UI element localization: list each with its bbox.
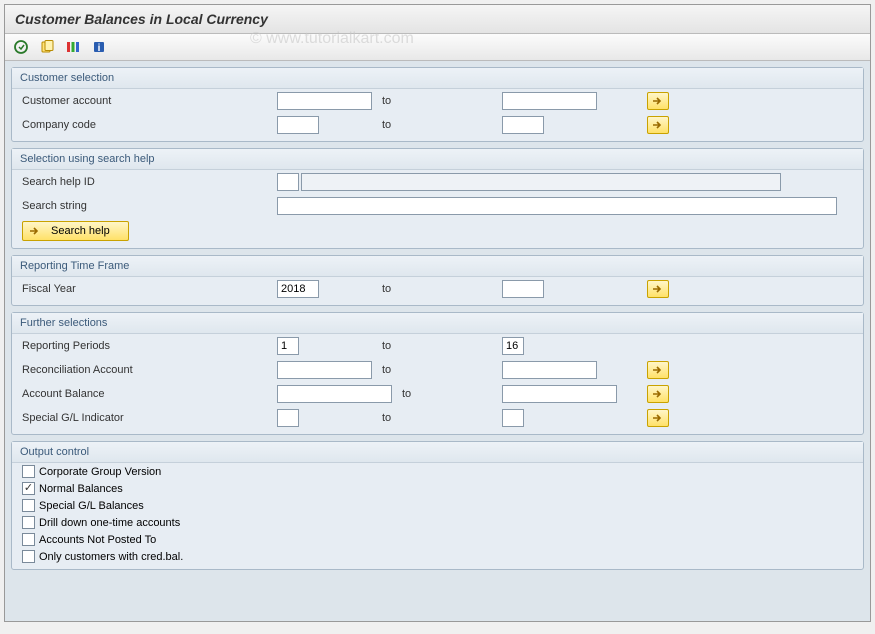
label-to: to [372, 283, 502, 295]
panel-customer-selection: Customer selection Customer account to C… [11, 67, 864, 142]
search-help-button[interactable]: Search help [22, 221, 129, 241]
panel-header: Customer selection [12, 68, 863, 89]
row-special-gl-indicator: Special G/L Indicator to [12, 406, 863, 430]
panel-header: Selection using search help [12, 149, 863, 170]
execute-icon[interactable] [11, 37, 31, 57]
checkbox-label: Drill down one-time accounts [39, 517, 180, 529]
company-code-to[interactable] [502, 116, 544, 134]
reporting-periods-to[interactable] [502, 337, 524, 355]
label-reconciliation-account: Reconciliation Account [22, 364, 277, 376]
search-help-id-input[interactable] [277, 173, 299, 191]
label-to: to [372, 119, 502, 131]
row-search-help-id: Search help ID [12, 170, 863, 194]
panel-further-selections: Further selections Reporting Periods to … [11, 312, 864, 435]
row-search-string: Search string [12, 194, 863, 218]
customer-account-from[interactable] [277, 92, 372, 110]
page-title: Customer Balances in Local Currency [15, 11, 268, 27]
row-company-code: Company code to [12, 113, 863, 137]
range-button[interactable] [647, 385, 669, 403]
panel-search-help: Selection using search help Search help … [11, 148, 864, 249]
fiscal-year-from[interactable] [277, 280, 319, 298]
checkbox-cred-bal[interactable] [22, 550, 35, 563]
row-reporting-periods: Reporting Periods to [12, 334, 863, 358]
range-button[interactable] [647, 361, 669, 379]
sap-window: Customer Balances in Local Currency © ww… [4, 4, 871, 622]
label-search-help-id: Search help ID [22, 176, 277, 188]
panel-header: Reporting Time Frame [12, 256, 863, 277]
label-customer-account: Customer account [22, 95, 277, 107]
account-balance-to[interactable] [502, 385, 617, 403]
checkbox-normal-balances[interactable] [22, 482, 35, 495]
row-account-balance: Account Balance to [12, 382, 863, 406]
row-reconciliation-account: Reconciliation Account to [12, 358, 863, 382]
checkbox-row: Drill down one-time accounts [12, 514, 863, 531]
special-gl-to[interactable] [502, 409, 524, 427]
checkbox-label: Normal Balances [39, 483, 123, 495]
label-company-code: Company code [22, 119, 277, 131]
checkbox-label: Special G/L Balances [39, 500, 144, 512]
label-reporting-periods: Reporting Periods [22, 340, 277, 352]
row-fiscal-year: Fiscal Year to [12, 277, 863, 301]
label-special-gl-indicator: Special G/L Indicator [22, 412, 277, 424]
label-fiscal-year: Fiscal Year [22, 283, 277, 295]
account-balance-from[interactable] [277, 385, 392, 403]
columns-icon[interactable] [63, 37, 83, 57]
checkbox-row: Accounts Not Posted To [12, 531, 863, 548]
reconciliation-account-to[interactable] [502, 361, 597, 379]
content-area: Customer selection Customer account to C… [5, 61, 870, 621]
label-to: to [372, 364, 502, 376]
label-search-string: Search string [22, 200, 277, 212]
panel-reporting-time-frame: Reporting Time Frame Fiscal Year to [11, 255, 864, 306]
panel-header: Output control [12, 442, 863, 463]
label-to: to [392, 388, 502, 400]
title-bar: Customer Balances in Local Currency © ww… [5, 5, 870, 34]
toolbar: i [5, 34, 870, 61]
range-button[interactable] [647, 116, 669, 134]
reporting-periods-from[interactable] [277, 337, 299, 355]
row-customer-account: Customer account to [12, 89, 863, 113]
checkbox-label: Accounts Not Posted To [39, 534, 156, 546]
search-help-button-label: Search help [51, 225, 110, 237]
label-account-balance: Account Balance [22, 388, 277, 400]
checkbox-row: Corporate Group Version [12, 463, 863, 480]
checkbox-row: Special G/L Balances [12, 497, 863, 514]
reconciliation-account-from[interactable] [277, 361, 372, 379]
range-button[interactable] [647, 92, 669, 110]
checkbox-not-posted[interactable] [22, 533, 35, 546]
range-button[interactable] [647, 409, 669, 427]
company-code-from[interactable] [277, 116, 319, 134]
label-to: to [372, 340, 502, 352]
checkbox-drill-down[interactable] [22, 516, 35, 529]
label-to: to [372, 95, 502, 107]
search-help-desc-input [301, 173, 781, 191]
info-icon[interactable]: i [89, 37, 109, 57]
variant-icon[interactable] [37, 37, 57, 57]
checkbox-label: Corporate Group Version [39, 466, 161, 478]
panel-output-control: Output control Corporate Group Version N… [11, 441, 864, 570]
panel-header: Further selections [12, 313, 863, 334]
fiscal-year-to[interactable] [502, 280, 544, 298]
checkbox-special-gl-balances[interactable] [22, 499, 35, 512]
checkbox-row: Only customers with cred.bal. [12, 548, 863, 565]
checkbox-row: Normal Balances [12, 480, 863, 497]
checkbox-label: Only customers with cred.bal. [39, 551, 183, 563]
svg-text:i: i [98, 43, 101, 54]
customer-account-to[interactable] [502, 92, 597, 110]
checkbox-corporate-group[interactable] [22, 465, 35, 478]
label-to: to [372, 412, 502, 424]
range-button[interactable] [647, 280, 669, 298]
special-gl-from[interactable] [277, 409, 299, 427]
search-string-input[interactable] [277, 197, 837, 215]
